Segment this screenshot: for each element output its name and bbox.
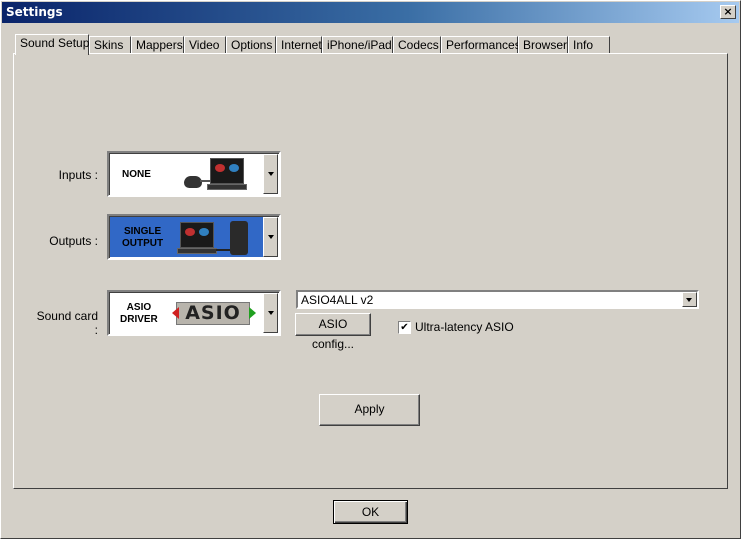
tab-info[interactable]: Info (568, 36, 610, 54)
soundcard-option: ASIO DRIVER ASIO (110, 293, 263, 333)
ultra-latency-label: Ultra-latency ASIO (415, 320, 514, 334)
outputs-label: Outputs : (49, 234, 98, 248)
close-icon: × (723, 5, 733, 18)
asio-driver-value: ASIO4ALL v2 (301, 293, 374, 307)
inputs-label: Inputs : (58, 168, 98, 182)
outputs-dropdown-arrow[interactable] (263, 217, 278, 257)
inputs-dropdown-arrow[interactable] (263, 154, 278, 194)
ok-button[interactable]: OK (333, 500, 408, 524)
inputs-option: NONE (110, 154, 263, 194)
tab-options[interactable]: Options (226, 36, 276, 54)
mouse-icon (184, 176, 202, 188)
soundcard-label: Sound card : (36, 309, 98, 337)
close-button[interactable]: × (720, 5, 736, 19)
tab-skins[interactable]: Skins (89, 36, 131, 54)
ultra-latency-checkbox[interactable]: ✔ (398, 321, 411, 334)
tab-performances[interactable]: Performances (441, 36, 521, 54)
tab-iphone-ipad[interactable]: iPhone/iPad (322, 36, 393, 54)
soundcard-dropdown-arrow[interactable] (263, 293, 278, 333)
apply-button[interactable]: Apply (319, 394, 420, 426)
asio-driver-dropdown-arrow[interactable] (682, 292, 697, 307)
asio-logo-icon: ASIO (176, 302, 250, 325)
checkmark-icon: ✔ (400, 322, 409, 333)
tab-codecs[interactable]: Codecs (393, 36, 441, 54)
soundcard-value: ASIO DRIVER (120, 302, 158, 325)
title-bar[interactable]: Settings × (2, 2, 739, 23)
inputs-value: NONE (122, 169, 151, 180)
asio-driver-select[interactable]: ASIO4ALL v2 (296, 290, 699, 309)
tab-video[interactable]: Video (184, 36, 226, 54)
tab-browser[interactable]: Browser (518, 36, 568, 54)
settings-window: Settings × Sound Setup Skins Mappers Vid… (0, 0, 741, 539)
tab-sound-setup[interactable]: Sound Setup (15, 34, 89, 55)
tab-mappers[interactable]: Mappers (131, 36, 184, 54)
green-arrow-icon (249, 307, 256, 319)
chevron-down-icon (268, 235, 274, 239)
window-title: Settings (6, 5, 63, 19)
chevron-down-icon (268, 172, 274, 176)
chevron-down-icon (268, 311, 274, 315)
chevron-down-icon (686, 298, 692, 302)
tab-internet[interactable]: Internet (276, 36, 322, 54)
outputs-option: SINGLE OUTPUT (110, 217, 263, 257)
outputs-combo[interactable]: SINGLE OUTPUT (107, 214, 281, 260)
red-arrow-icon (172, 307, 179, 319)
speaker-icon (230, 221, 248, 255)
outputs-value: SINGLE OUTPUT (122, 226, 164, 249)
inputs-combo[interactable]: NONE (107, 151, 281, 197)
soundcard-combo[interactable]: ASIO DRIVER ASIO (107, 290, 281, 336)
asio-config-button[interactable]: ASIO config... (295, 313, 371, 351)
